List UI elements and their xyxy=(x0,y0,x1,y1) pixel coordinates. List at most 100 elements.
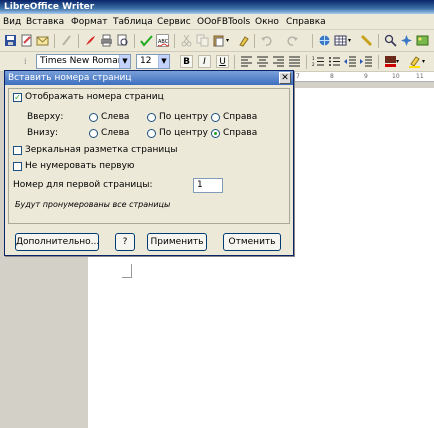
print-icon[interactable] xyxy=(100,34,113,47)
separator xyxy=(134,34,135,48)
autospellcheck-icon[interactable]: ABC xyxy=(156,34,170,47)
font-size-combobox[interactable]: 12 ▼ xyxy=(136,54,170,69)
table-icon[interactable] xyxy=(334,34,347,47)
paste-dropdown-icon[interactable]: ▾ xyxy=(226,34,232,47)
spellcheck-icon[interactable] xyxy=(140,34,153,47)
hyperlink-icon[interactable] xyxy=(318,34,331,47)
save-icon[interactable] xyxy=(4,34,17,47)
formatting-toolbar: ⁞ Times New Roman ▼ 12 ▼ B I U 12 ▾ ▾ xyxy=(0,52,434,72)
find-replace-icon[interactable] xyxy=(384,34,397,47)
bottom-center-label: По центру xyxy=(159,128,208,138)
bottom-right-label: Справа xyxy=(223,128,258,138)
svg-text:2: 2 xyxy=(312,62,315,67)
mirror-layout-label: Зеркальная разметка страницы xyxy=(25,145,178,155)
separator xyxy=(378,34,379,48)
separator xyxy=(378,55,379,69)
top-right-radio[interactable] xyxy=(211,113,220,122)
increase-indent-icon[interactable] xyxy=(360,55,373,68)
highlighting-dropdown-icon[interactable]: ▾ xyxy=(422,55,428,68)
print-preview-icon[interactable] xyxy=(116,34,129,47)
cut-icon[interactable] xyxy=(180,34,193,47)
first-page-number-field[interactable]: 1 xyxy=(193,178,223,193)
window-title-bar: LibreOffice Writer xyxy=(0,0,434,14)
bottom-position-label: Внизу: xyxy=(27,128,59,138)
email-document-icon[interactable] xyxy=(36,34,49,47)
menu-item-ooofbtools[interactable]: OOoFBTools xyxy=(197,16,250,28)
underline-button[interactable]: U xyxy=(216,55,229,68)
menu-item-tools[interactable]: Сервис xyxy=(157,16,191,28)
show-draw-functions-icon[interactable] xyxy=(360,34,373,47)
separator xyxy=(306,55,307,69)
top-left-label: Слева xyxy=(101,112,130,122)
chevron-down-icon[interactable]: ▼ xyxy=(119,55,130,68)
menu-item-table[interactable]: Таблица xyxy=(113,16,153,28)
bullets-icon[interactable] xyxy=(328,55,341,68)
numbering-note: Будут пронумерованы все страницы xyxy=(15,200,171,209)
copy-icon[interactable] xyxy=(196,34,209,47)
standard-toolbar: ABC ▾ ▾ xyxy=(0,30,434,52)
bottom-left-label: Слева xyxy=(101,128,130,138)
navigator-icon[interactable] xyxy=(400,34,413,47)
apply-button[interactable]: Применить xyxy=(147,233,207,251)
numbering-icon[interactable]: 12 xyxy=(312,55,325,68)
mirror-layout-checkbox[interactable] xyxy=(13,146,22,155)
highlighting-icon[interactable] xyxy=(408,55,421,68)
top-center-radio[interactable] xyxy=(147,113,156,122)
show-page-numbers-label: Отображать номера страниц xyxy=(25,92,164,102)
separator xyxy=(54,34,55,48)
paste-icon[interactable] xyxy=(212,34,225,47)
decrease-indent-icon[interactable] xyxy=(344,55,357,68)
align-center-icon[interactable] xyxy=(256,55,269,68)
menu-item-window[interactable]: Окно xyxy=(255,16,279,28)
top-position-label: Вверху: xyxy=(27,112,64,122)
ruler-mark: 9 xyxy=(364,73,368,80)
text-boundary-corner xyxy=(122,264,132,278)
toolbar-handle-icon: ⁞ xyxy=(24,57,27,66)
top-right-label: Справа xyxy=(223,112,258,122)
edit-document-icon[interactable] xyxy=(20,34,33,47)
menu-item-format[interactable]: Формат xyxy=(71,16,108,28)
menu-item-help[interactable]: Справка xyxy=(286,16,326,28)
separator xyxy=(78,34,79,48)
bottom-center-radio[interactable] xyxy=(147,129,156,138)
dialog-title: Вставить номера страниц xyxy=(5,71,293,85)
align-right-icon[interactable] xyxy=(272,55,285,68)
ruler-mark: 8 xyxy=(330,73,334,80)
italic-button[interactable]: I xyxy=(198,55,211,68)
pen-icon[interactable] xyxy=(60,34,73,47)
table-dropdown-icon[interactable]: ▾ xyxy=(348,34,354,47)
cancel-button[interactable]: Отменить xyxy=(223,233,281,251)
svg-text:1: 1 xyxy=(312,56,315,61)
separator xyxy=(254,34,255,48)
help-button[interactable]: ? xyxy=(115,233,135,251)
show-page-numbers-checkbox[interactable]: ✓ xyxy=(13,93,22,102)
menubar: Вид Вставка Формат Таблица Сервис OOoFBT… xyxy=(0,14,434,30)
font-size-value: 12 xyxy=(140,56,152,66)
bottom-right-radio[interactable] xyxy=(211,129,220,138)
gallery-icon[interactable] xyxy=(416,34,429,47)
align-left-icon[interactable] xyxy=(240,55,253,68)
export-pdf-icon[interactable] xyxy=(84,34,97,47)
menu-item-view[interactable]: Вид xyxy=(3,16,21,28)
font-color-dropdown-icon[interactable]: ▾ xyxy=(396,55,402,68)
separator xyxy=(234,55,235,69)
font-name-value: Times New Roman xyxy=(40,56,124,66)
close-icon[interactable]: ✕ xyxy=(279,72,291,84)
ruler-mark: 11 xyxy=(416,73,424,80)
chevron-down-icon[interactable]: ▼ xyxy=(158,55,169,68)
undo-icon[interactable] xyxy=(260,34,273,47)
clone-formatting-icon[interactable] xyxy=(238,34,251,47)
top-left-radio[interactable] xyxy=(89,113,98,122)
font-name-combobox[interactable]: Times New Roman ▼ xyxy=(36,54,131,69)
dialog-body: ✓ Отображать номера страниц Вверху: Слев… xyxy=(8,88,290,224)
bold-button[interactable]: B xyxy=(180,55,193,68)
justify-icon[interactable] xyxy=(288,55,301,68)
redo-icon[interactable] xyxy=(286,34,299,47)
menu-item-insert[interactable]: Вставка xyxy=(26,16,64,28)
top-center-label: По центру xyxy=(159,112,208,122)
separator xyxy=(312,34,313,48)
skip-first-page-checkbox[interactable] xyxy=(13,162,22,171)
more-options-button[interactable]: Дополнительно... xyxy=(15,233,99,251)
insert-page-numbers-dialog: Вставить номера страниц ✕ ✓ Отображать н… xyxy=(4,70,294,256)
bottom-left-radio[interactable] xyxy=(89,129,98,138)
